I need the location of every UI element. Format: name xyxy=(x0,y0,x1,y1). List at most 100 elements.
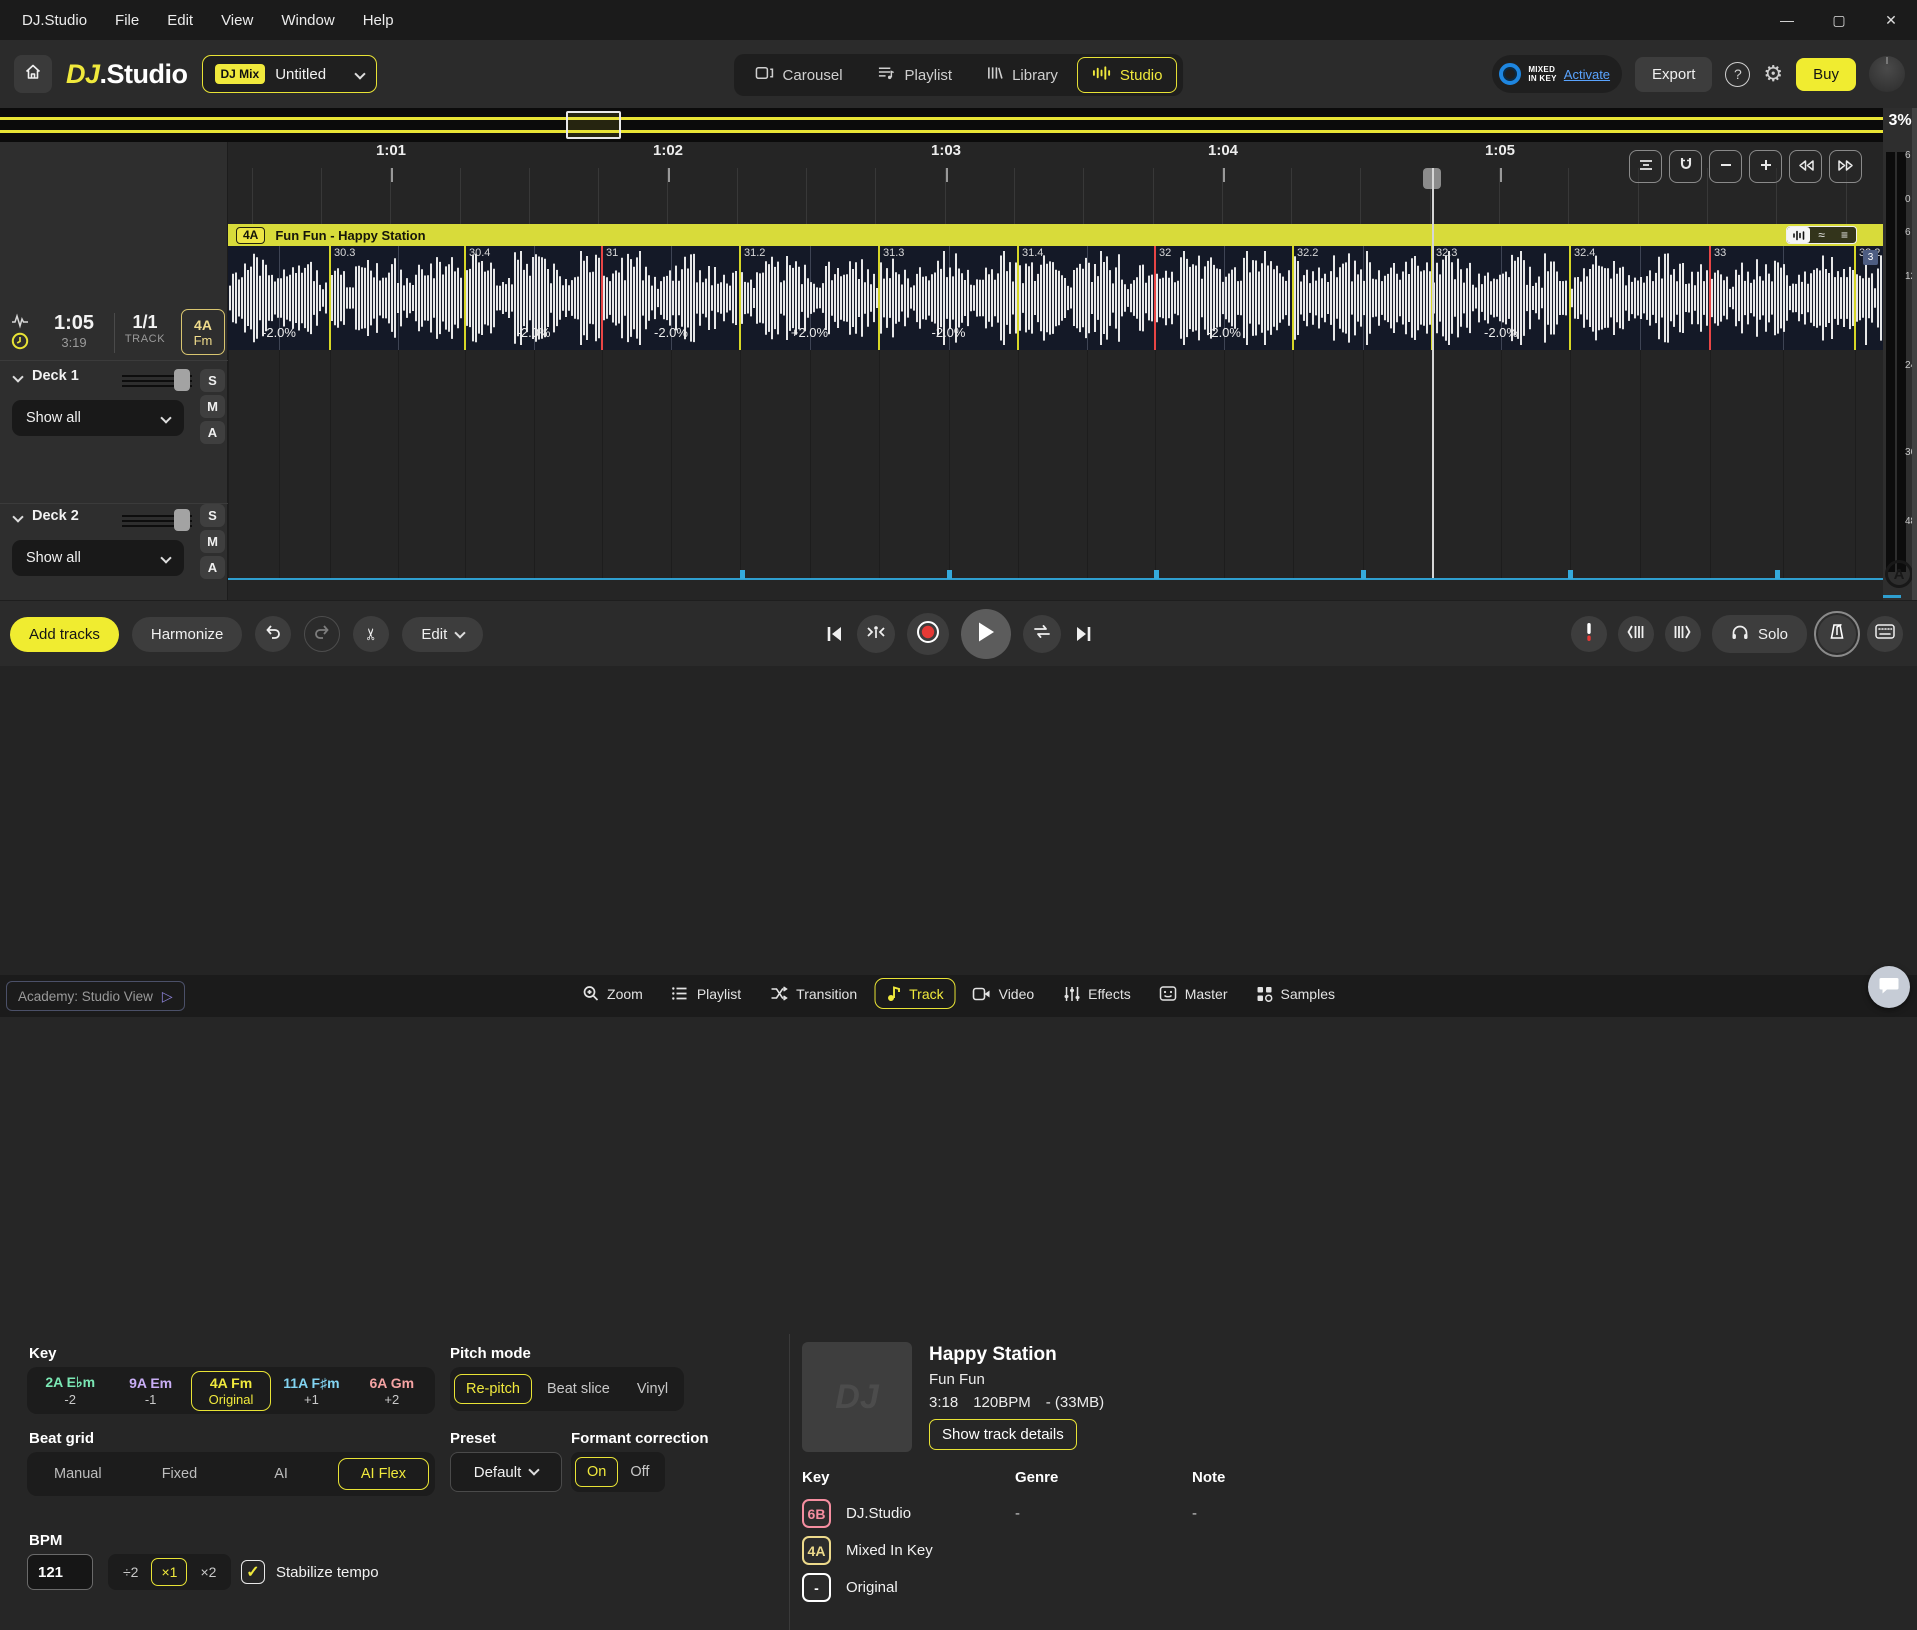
waveform-segment[interactable] xyxy=(1570,246,1710,350)
tab-studio[interactable]: Studio xyxy=(1077,57,1178,93)
deck2-m-button[interactable]: M xyxy=(200,530,225,553)
settings-gear-icon[interactable]: ⚙ xyxy=(1763,61,1783,87)
cut-button[interactable]: ✂ xyxy=(353,616,389,652)
autogain-icon[interactable]: A xyxy=(1885,560,1913,588)
tab-carousel[interactable]: Carousel xyxy=(740,57,858,93)
deck1-m-button[interactable]: M xyxy=(200,395,225,418)
harmonize-button[interactable]: Harmonize xyxy=(132,617,243,652)
key-option-4a[interactable]: 4A FmOriginal xyxy=(191,1371,271,1411)
pitch-mode-re-pitch[interactable]: Re-pitch xyxy=(454,1374,532,1404)
magnet-button[interactable] xyxy=(1669,150,1702,183)
deck2-volume-knob[interactable] xyxy=(174,509,190,531)
deck2-volume-slider[interactable] xyxy=(122,511,192,531)
rewind-button[interactable] xyxy=(1789,150,1822,183)
nudge-right-button[interactable] xyxy=(1665,616,1701,652)
waveform-view-icon[interactable] xyxy=(1787,227,1810,243)
deck1-volume-knob[interactable] xyxy=(174,369,190,391)
buy-button[interactable]: Buy xyxy=(1796,58,1856,91)
deck2-a-button[interactable]: A xyxy=(200,556,225,579)
activate-link[interactable]: Activate xyxy=(1564,67,1610,82)
current-key-box[interactable]: 4A Fm xyxy=(181,309,225,355)
bpm-mult-2[interactable]: ÷2 xyxy=(113,1558,148,1586)
deck1-volume-slider[interactable] xyxy=(122,371,192,391)
waveform-segment[interactable] xyxy=(1018,246,1155,350)
beat-grid-fixed[interactable]: Fixed xyxy=(129,1459,231,1489)
menu-file[interactable]: File xyxy=(115,12,139,29)
deck2-showall-dropdown[interactable]: Show all xyxy=(12,540,184,576)
spectrum-view-icon[interactable]: ≈ xyxy=(1810,227,1833,243)
bpm-mult-2[interactable]: ×2 xyxy=(190,1558,226,1586)
timeline[interactable]: 1:011:021:031:041:05 4A Fun Fun - Happy … xyxy=(228,142,1883,600)
deck1-s-button[interactable]: S xyxy=(200,369,225,392)
waveform-segment[interactable] xyxy=(1710,246,1855,350)
menu-help[interactable]: Help xyxy=(363,12,394,29)
tab-playlist[interactable]: Playlist xyxy=(862,57,968,93)
tab-library[interactable]: Library xyxy=(971,57,1073,93)
preset-dropdown[interactable]: Default xyxy=(450,1452,562,1492)
deck1-showall-dropdown[interactable]: Show all xyxy=(12,400,184,436)
undo-button[interactable] xyxy=(255,616,291,652)
pitch-mode-vinyl[interactable]: Vinyl xyxy=(625,1374,680,1404)
loop-button[interactable] xyxy=(1023,615,1061,653)
tempo-node[interactable] xyxy=(1568,570,1573,579)
project-dropdown[interactable]: DJ Mix Untitled xyxy=(202,55,377,93)
tempo-node[interactable] xyxy=(740,570,745,579)
deck2-collapse-icon[interactable] xyxy=(12,511,23,522)
close-button[interactable]: ✕ xyxy=(1865,0,1917,40)
bottom-nav-master[interactable]: Master xyxy=(1148,979,1240,1009)
keyboard-shortcuts-button[interactable] xyxy=(1867,616,1903,652)
menu-djstudio[interactable]: DJ.Studio xyxy=(22,12,87,29)
waveform-segment[interactable] xyxy=(330,246,465,350)
tempo-node[interactable] xyxy=(1775,570,1780,579)
key-option-2a[interactable]: 2A E♭m-2 xyxy=(30,1370,110,1411)
menu-window[interactable]: Window xyxy=(281,12,334,29)
bottom-nav-effects[interactable]: Effects xyxy=(1051,979,1143,1009)
maximize-button[interactable]: ▢ xyxy=(1813,0,1865,40)
deck2-s-button[interactable]: S xyxy=(200,504,225,527)
key-option-9a[interactable]: 9A Em-1 xyxy=(110,1371,190,1411)
zoom-in-button[interactable] xyxy=(1749,150,1782,183)
vertical-scrollbar[interactable] xyxy=(1912,108,1917,600)
bottom-nav-track[interactable]: Track xyxy=(874,978,955,1009)
bottom-nav-zoom[interactable]: Zoom xyxy=(570,978,655,1009)
menu-edit[interactable]: Edit xyxy=(167,12,193,29)
overview-zoom-window[interactable] xyxy=(566,111,621,139)
menu-view[interactable]: View xyxy=(221,12,253,29)
tempo-node[interactable] xyxy=(1361,570,1366,579)
key-option-11a[interactable]: 11A F♯m+1 xyxy=(271,1371,351,1411)
redo-button[interactable] xyxy=(304,616,340,652)
zoom-out-button[interactable] xyxy=(1709,150,1742,183)
limiter-indicator[interactable] xyxy=(1571,616,1607,652)
beat-grid-ai-flex[interactable]: AI Flex xyxy=(338,1458,429,1490)
beat-grid-ai[interactable]: AI xyxy=(230,1459,332,1489)
solo-button[interactable]: Solo xyxy=(1712,615,1807,653)
nudge-left-button[interactable] xyxy=(1618,616,1654,652)
add-tracks-button[interactable]: Add tracks xyxy=(10,617,119,652)
bottom-nav-samples[interactable]: Samples xyxy=(1245,979,1347,1009)
formant-on-button[interactable]: On xyxy=(575,1457,618,1487)
show-track-details-button[interactable]: Show track details xyxy=(929,1419,1077,1450)
deck1-a-button[interactable]: A xyxy=(200,421,225,444)
export-button[interactable]: Export xyxy=(1635,57,1712,92)
record-button[interactable] xyxy=(907,613,949,655)
stabilize-tempo-checkbox[interactable]: ✓ xyxy=(241,1560,265,1584)
play-button[interactable] xyxy=(961,609,1011,659)
bpm-input[interactable] xyxy=(27,1554,93,1590)
tempo-automation-line[interactable] xyxy=(228,578,1883,580)
key-table-row[interactable]: -Original xyxy=(802,1569,1392,1606)
help-button[interactable]: ? xyxy=(1725,62,1750,87)
academy-button[interactable]: Academy: Studio View ▷ xyxy=(6,981,185,1011)
skip-start-button[interactable] xyxy=(825,625,845,643)
snap-playhead-button[interactable] xyxy=(857,615,895,653)
track-height-button[interactable] xyxy=(1629,150,1662,183)
avatar[interactable] xyxy=(1869,56,1905,92)
bottom-nav-playlist[interactable]: Playlist xyxy=(660,979,753,1009)
beat-grid-manual[interactable]: Manual xyxy=(27,1459,129,1489)
minimize-button[interactable]: — xyxy=(1761,0,1813,40)
bpm-mult-1[interactable]: ×1 xyxy=(151,1558,187,1586)
chat-bubble-button[interactable] xyxy=(1868,966,1910,1008)
lines-view-icon[interactable]: ≡ xyxy=(1833,227,1856,243)
key-table-row[interactable]: 6BDJ.Studio-- xyxy=(802,1495,1392,1532)
formant-off-button[interactable]: Off xyxy=(618,1457,661,1487)
home-button[interactable] xyxy=(14,55,52,93)
